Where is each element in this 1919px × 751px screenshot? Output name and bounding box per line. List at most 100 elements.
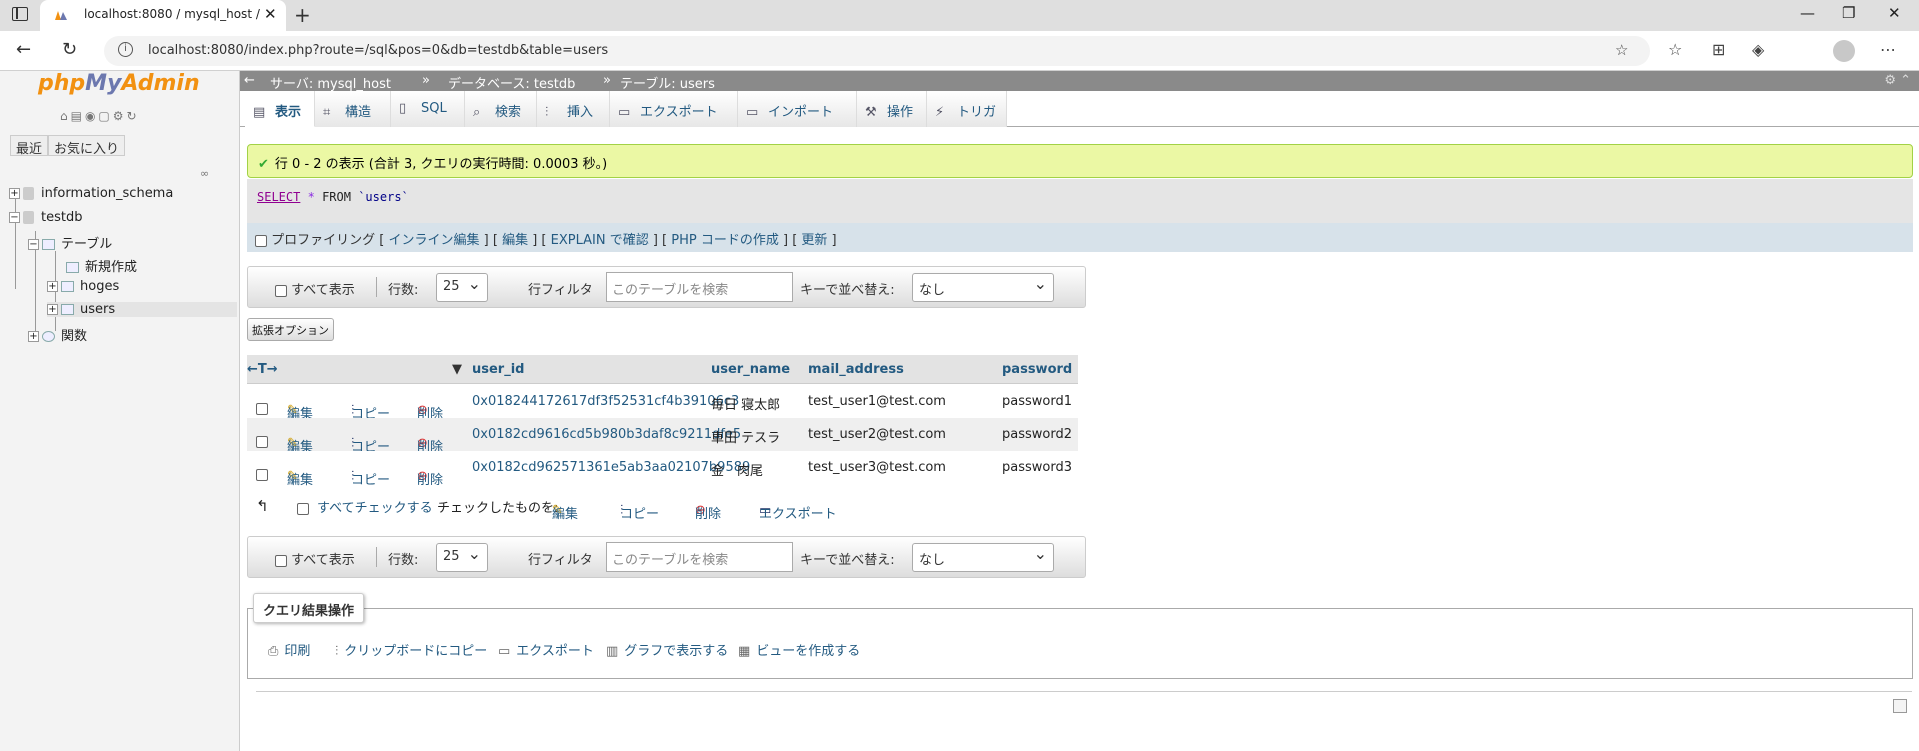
collapse-nav-icon[interactable]: ← <box>244 73 255 88</box>
address-bar: ← ↻ i localhost:8080/index.php?route=/sq… <box>0 31 1919 71</box>
rows-select[interactable]: 25 <box>436 273 488 302</box>
console-icon[interactable] <box>1893 699 1907 713</box>
url-field[interactable]: i localhost:8080/index.php?route=/sql&po… <box>104 36 1650 66</box>
cell-password[interactable]: password3 <box>1002 460 1072 475</box>
tab-sql[interactable]: ▯ SQL <box>391 91 465 127</box>
table-users[interactable]: + users <box>47 302 237 317</box>
cell-mail-address[interactable]: test_user2@test.com <box>808 427 946 442</box>
search-icon: ⌕ <box>473 105 481 120</box>
main-panel: ← サーバ: mysql_host » データベース: testdb » テーブ… <box>240 71 1919 751</box>
cell-user-id[interactable]: 0x018244172617df3f52531cf4b39106c3 <box>472 394 739 409</box>
extra-options-button[interactable]: 拡張オプション <box>247 318 334 341</box>
recent-button[interactable]: 最近 <box>10 135 49 157</box>
new-table-link[interactable]: 新規作成 <box>66 256 137 275</box>
tab-insert[interactable]: ⫶ 挿入 <box>537 91 610 127</box>
profile-avatar[interactable] <box>1833 40 1855 62</box>
print-link[interactable]: ⎙ 印刷 <box>268 640 310 659</box>
import-icon: ▭ <box>746 105 759 120</box>
minimize-icon[interactable]: — <box>1800 4 1815 22</box>
back-icon[interactable]: ← <box>16 39 31 60</box>
sort-by-key-select[interactable]: なし <box>912 273 1054 302</box>
sql-query-box[interactable]: SELECT * FROM `users` <box>247 179 1913 223</box>
sql-icon: ▯ <box>399 101 407 116</box>
row-filter-input[interactable]: このテーブルを検索 <box>606 272 793 302</box>
browser-tab[interactable]: localhost:8080 / mysql_host / tes ✕ <box>40 0 286 31</box>
inline-edit-link[interactable]: インライン編集 <box>389 233 480 248</box>
cell-user-id[interactable]: 0x0182cd9616cd5b980b3daf8c9211dfe5 <box>472 427 741 442</box>
cell-mail-address[interactable]: test_user3@test.com <box>808 460 946 475</box>
phpmyadmin-logo[interactable]: phpMyAdmin <box>38 71 200 96</box>
show-all-checkbox[interactable] <box>275 284 287 297</box>
php-code-link[interactable]: PHP コードの作成 <box>671 233 779 248</box>
tab-structure[interactable]: ⌗ 構造 <box>315 91 391 127</box>
db-information-schema[interactable]: + information_schema <box>9 186 173 201</box>
restore-icon[interactable]: ❐ <box>1842 4 1855 22</box>
cell-password[interactable]: password1 <box>1002 394 1072 409</box>
db-testdb[interactable]: − testdb <box>9 210 82 225</box>
cell-mail-address[interactable]: test_user1@test.com <box>808 394 946 409</box>
refresh-icon[interactable]: ↻ <box>62 39 77 60</box>
create-view-link[interactable]: ▦ ビューを作成する <box>738 640 860 659</box>
sort-by-key-select[interactable]: なし <box>912 543 1054 572</box>
print-icon: ⎙ <box>268 644 279 659</box>
collections-icon[interactable]: ⊞ <box>1712 40 1725 59</box>
col-user-id[interactable]: user_id <box>472 362 524 377</box>
row-checkbox[interactable] <box>256 469 268 481</box>
site-info-icon[interactable]: i <box>118 42 133 57</box>
check-all-checkbox[interactable] <box>297 503 309 515</box>
sort-triangle-icon[interactable]: ▼ <box>452 362 462 377</box>
favorites-icon[interactable]: ☆ <box>1668 40 1682 59</box>
browser-window: localhost:8080 / mysql_host / tes ✕ + — … <box>0 0 1919 751</box>
favorites-button[interactable]: お気に入り <box>48 135 126 157</box>
cell-password[interactable]: password2 <box>1002 427 1072 442</box>
tab-browse[interactable]: ▤ 表示 <box>245 91 315 127</box>
close-window-icon[interactable]: ✕ <box>1888 4 1901 22</box>
profiling-checkbox[interactable] <box>255 234 267 247</box>
col-mail-address[interactable]: mail_address <box>808 362 904 377</box>
functions-group[interactable]: + 関数 <box>28 325 87 344</box>
tab-import[interactable]: ▭ インポート <box>738 91 857 127</box>
show-all-checkbox[interactable] <box>275 554 287 567</box>
refresh-link[interactable]: 更新 <box>801 233 827 248</box>
row-filter-input[interactable]: このテーブルを検索 <box>606 542 793 572</box>
col-user-name[interactable]: user_name <box>711 362 790 377</box>
extension-icon[interactable]: ◈ <box>1752 40 1764 59</box>
cell-user-name[interactable]: 車田 テスラ <box>711 427 780 446</box>
tab-operations[interactable]: ⚒ 操作 <box>857 91 927 127</box>
cell-user-name[interactable]: 金 肉尾 <box>711 460 763 479</box>
more-icon[interactable]: ⋯ <box>1880 40 1896 59</box>
explain-link[interactable]: EXPLAIN で確認 <box>551 233 649 248</box>
breadcrumb-table[interactable]: テーブル: users <box>620 73 715 92</box>
table-row: ✎ 編集 ⫶ コピー ⊖ 削除 0x0182cd9616cd5b980b3daf… <box>247 418 1078 455</box>
col-password[interactable]: password <box>1002 362 1072 377</box>
edit-link[interactable]: 編集 <box>502 233 528 248</box>
export-link[interactable]: ▭ エクスポート <box>498 640 594 659</box>
table-hoges[interactable]: + hoges <box>47 279 119 294</box>
copy-clipboard-link[interactable]: ⫶ クリップボードにコピー <box>335 640 487 659</box>
tables-group[interactable]: − テーブル <box>28 233 112 252</box>
tab-actions-icon[interactable] <box>12 7 28 21</box>
new-tab-icon[interactable]: + <box>294 3 311 27</box>
bottom-nav-bar: すべて表示 行数: 25 行フィルタ このテーブルを検索 キーで並べ替え: なし <box>247 536 1086 578</box>
row-checkbox[interactable] <box>256 403 268 415</box>
link-icon[interactable]: ∞ <box>200 167 209 180</box>
row-checkbox[interactable] <box>256 436 268 448</box>
cell-user-id[interactable]: 0x0182cd962571361e5ab3aa02107b9589 <box>472 460 750 475</box>
favorite-star-icon[interactable]: ☆ <box>1615 41 1628 59</box>
breadcrumb-sep-icon: » <box>422 73 430 88</box>
breadcrumb-server[interactable]: サーバ: mysql_host <box>270 73 391 92</box>
table-row: ✎ 編集 ⫶ コピー ⊖ 削除 0x018244172617df3f52531c… <box>247 385 1078 422</box>
column-arrows[interactable]: ←T→ <box>247 362 278 377</box>
check-all-label[interactable]: すべてチェックする <box>317 497 433 516</box>
breadcrumb-database[interactable]: データベース: testdb <box>448 73 575 92</box>
cell-user-name[interactable]: 毎日 寝太郎 <box>711 394 780 413</box>
tab-triggers[interactable]: ⚡ トリガ <box>927 91 1007 127</box>
rows-select[interactable]: 25 <box>436 543 488 572</box>
display-chart-link[interactable]: ▥ グラフで表示する <box>606 640 728 659</box>
tab-export[interactable]: ▭ エクスポート <box>610 91 738 127</box>
close-tab-icon[interactable]: ✕ <box>264 5 277 23</box>
settings-gear-icon[interactable]: ⚙ ⌃ <box>1884 73 1911 88</box>
tab-search[interactable]: ⌕ 検索 <box>465 91 537 127</box>
top-nav-bar: すべて表示 行数: 25 行フィルタ このテーブルを検索 キーで並べ替え: なし <box>247 266 1086 308</box>
nav-home-icons[interactable]: ⌂▤◉▢⚙↻ <box>60 109 140 123</box>
